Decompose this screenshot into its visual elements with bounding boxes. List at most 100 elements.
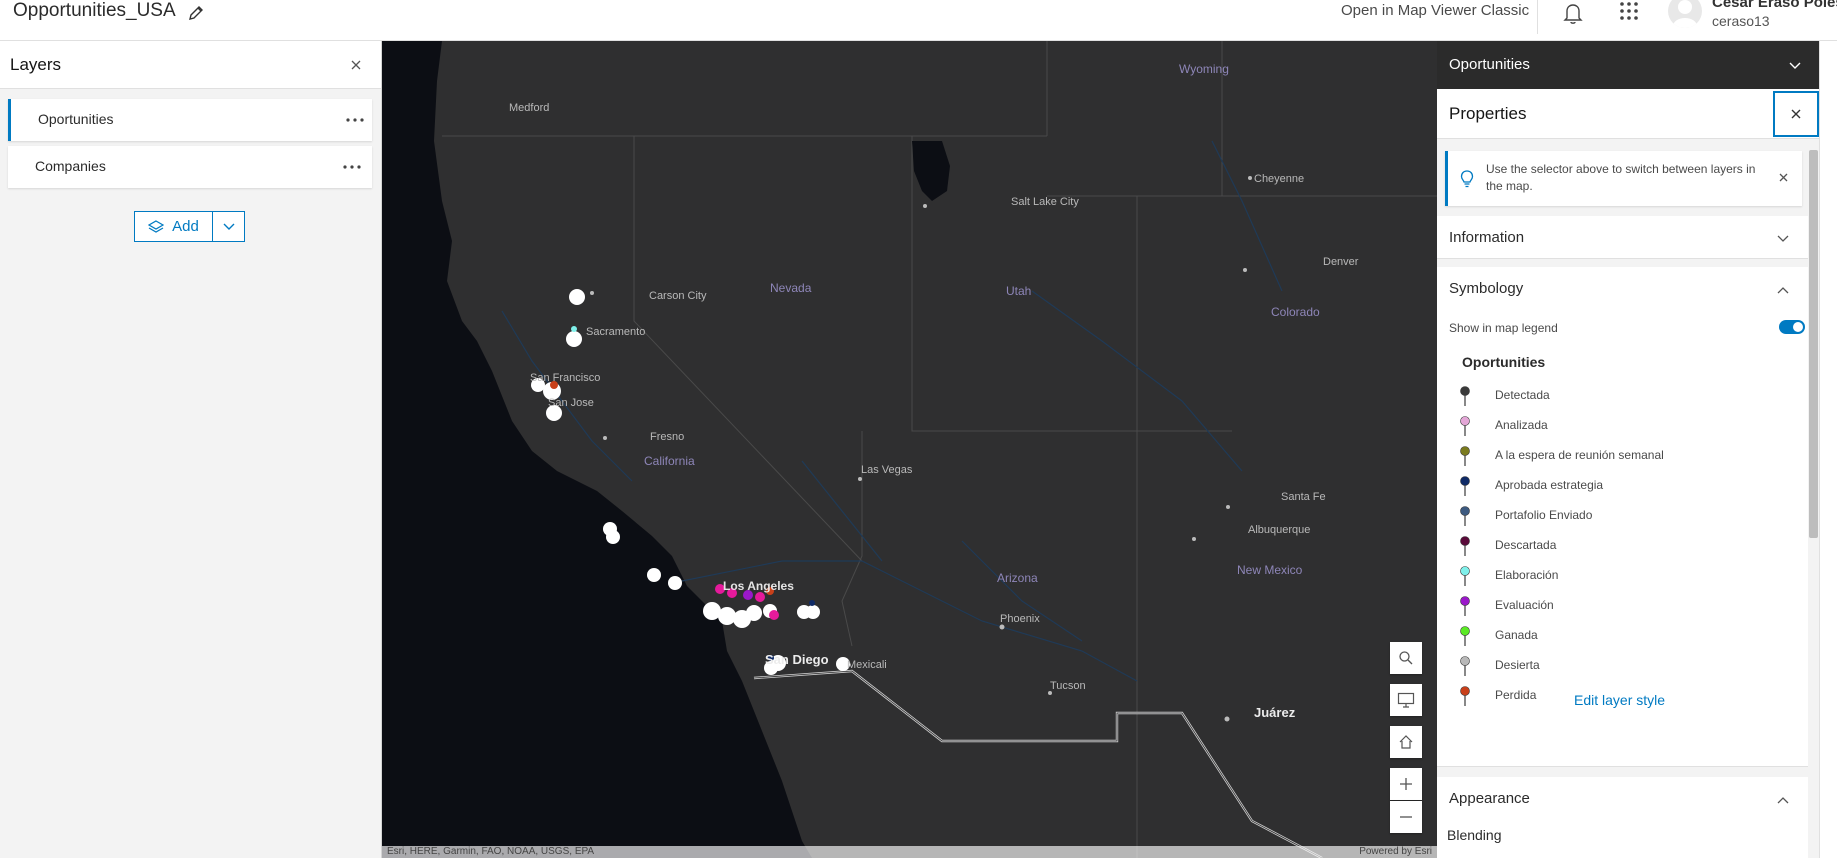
appearance-section-header[interactable]: Appearance	[1437, 777, 1809, 819]
close-layers-button[interactable]	[346, 55, 366, 75]
information-section: Information	[1437, 216, 1809, 259]
blending-label: Blending	[1447, 827, 1502, 843]
app-header: Opportunities_USA Open in Map Viewer Cla…	[0, 0, 1837, 41]
map-label: Phoenix	[1000, 613, 1040, 625]
close-icon	[1779, 173, 1788, 182]
notifications-button[interactable]	[1560, 0, 1586, 26]
legend-item: Aprobada estrategia	[1459, 474, 1779, 496]
home-icon	[1399, 735, 1413, 749]
add-layer-label: Add	[172, 218, 199, 235]
zoom-in-button[interactable]	[1390, 768, 1422, 800]
search-map-button[interactable]	[1390, 642, 1422, 674]
bell-icon	[1563, 4, 1583, 24]
show-in-legend-toggle[interactable]	[1779, 320, 1805, 334]
map-label: Albuquerque	[1248, 524, 1311, 536]
grid-icon	[1620, 2, 1638, 20]
map-label: Colorado	[1271, 305, 1320, 319]
header-divider	[1537, 0, 1538, 34]
map-pin-icon	[1459, 655, 1471, 682]
map-label: San Jose	[548, 397, 594, 409]
appearance-section: Appearance Blending	[1437, 777, 1809, 858]
legend-item-label: Detectada	[1495, 388, 1550, 402]
add-layer-dropdown[interactable]	[213, 211, 245, 242]
layer-item-oportunities[interactable]: Oportunities	[8, 99, 372, 141]
layer-item-companies[interactable]: Companies	[8, 146, 372, 188]
close-properties-button[interactable]	[1773, 91, 1819, 137]
layer-selector-notice: Use the selector above to switch between…	[1445, 151, 1802, 206]
app-launcher-button[interactable]	[1616, 0, 1642, 26]
layer-options-button[interactable]	[341, 107, 369, 133]
map-label: Wyoming	[1179, 62, 1229, 76]
map-attribution: Esri, HERE, Garmin, FAO, NOAA, USGS, EPA…	[382, 846, 1437, 858]
map-label: Fresno	[650, 431, 685, 443]
user-name[interactable]: Cesar Eraso Poles	[1712, 0, 1837, 11]
legend-item-label: Desierta	[1495, 658, 1540, 672]
legend-item-label: A la espera de reunión semanal	[1495, 448, 1664, 462]
attribution-text[interactable]: Esri, HERE, Garmin, FAO, NOAA, USGS, EPA	[387, 846, 594, 857]
map-label: Las Vegas	[861, 464, 913, 476]
properties-scrollbar-thumb[interactable]	[1809, 150, 1818, 538]
map-label: Los Angeles	[723, 579, 794, 593]
map-label: Santa Fe	[1281, 491, 1326, 503]
map-pin-icon	[1459, 505, 1471, 532]
symbology-section-header[interactable]: Symbology	[1437, 267, 1809, 309]
map-pin-icon	[1459, 685, 1471, 712]
plus-icon	[1400, 778, 1412, 790]
legend-item: A la espera de reunión semanal	[1459, 444, 1779, 466]
dismiss-notice-button[interactable]	[1778, 170, 1789, 188]
layers-panel-header: Layers	[0, 41, 381, 89]
map-view[interactable]: Wyoming Medford Cheyenne Salt Lake City …	[382, 41, 1437, 858]
information-label: Information	[1449, 229, 1525, 246]
chevron-up-icon	[1777, 791, 1789, 809]
map-pin-icon	[1459, 385, 1471, 412]
legend-item-label: Analizada	[1495, 418, 1548, 432]
map-label: Denver	[1323, 256, 1359, 268]
search-icon	[1399, 651, 1413, 665]
show-in-legend-row: Show in map legend	[1449, 319, 1805, 339]
legend-item: Detectada	[1459, 384, 1779, 406]
appearance-label: Appearance	[1449, 790, 1530, 807]
notice-text: Use the selector above to switch between…	[1486, 162, 1756, 193]
map-pin-icon	[1459, 415, 1471, 442]
legend-item: Analizada	[1459, 414, 1779, 436]
edit-title-button[interactable]	[185, 2, 207, 24]
layer-selector[interactable]: Oportunities	[1437, 41, 1819, 89]
chevron-down-icon	[223, 223, 234, 230]
map-label: New Mexico	[1237, 563, 1303, 577]
fullscreen-button[interactable]	[1390, 684, 1422, 716]
map-label: Arizona	[997, 571, 1038, 585]
legend-title: Oportunities	[1462, 354, 1546, 370]
map-label: Tucson	[1050, 680, 1086, 692]
legend-item-label: Portafolio Enviado	[1495, 508, 1593, 522]
information-section-header[interactable]: Information	[1437, 216, 1809, 258]
legend-item-label: Aprobada estrategia	[1495, 478, 1604, 492]
right-edge-panel	[1819, 41, 1837, 858]
add-layer-group: Add	[134, 211, 245, 242]
default-extent-button[interactable]	[1390, 726, 1422, 758]
legend-item: Ganada	[1459, 624, 1779, 646]
legend-item-label: Ganada	[1495, 628, 1538, 642]
minus-icon	[1400, 816, 1412, 818]
more-horizontal-icon	[343, 165, 361, 169]
layer-options-button[interactable]	[338, 154, 366, 180]
map-label: Mexicali	[847, 659, 887, 671]
properties-panel: Use the selector above to switch between…	[1437, 139, 1819, 858]
close-icon	[1791, 109, 1801, 119]
show-in-legend-label: Show in map legend	[1449, 321, 1558, 335]
legend-item: Portafolio Enviado	[1459, 504, 1779, 526]
map-label: Nevada	[770, 281, 812, 295]
user-handle[interactable]: ceraso13	[1712, 13, 1770, 29]
zoom-out-button[interactable]	[1390, 801, 1422, 833]
avatar[interactable]	[1668, 0, 1702, 28]
symbology-label: Symbology	[1449, 280, 1524, 297]
symbology-section: Symbology Show in map legend Oportunitie…	[1437, 267, 1809, 767]
close-icon	[351, 60, 361, 70]
powered-by-text[interactable]: Powered by Esri	[1359, 846, 1432, 857]
add-layer-button[interactable]: Add	[134, 211, 213, 242]
map-pin-icon	[1459, 565, 1471, 592]
map-label: Sacramento	[586, 326, 646, 338]
map-label: Utah	[1006, 284, 1032, 298]
open-map-viewer-classic-link[interactable]: Open in Map Viewer Classic	[1341, 2, 1529, 19]
map-pin-icon	[1459, 535, 1471, 562]
edit-layer-style-link[interactable]: Edit layer style	[1574, 692, 1665, 708]
